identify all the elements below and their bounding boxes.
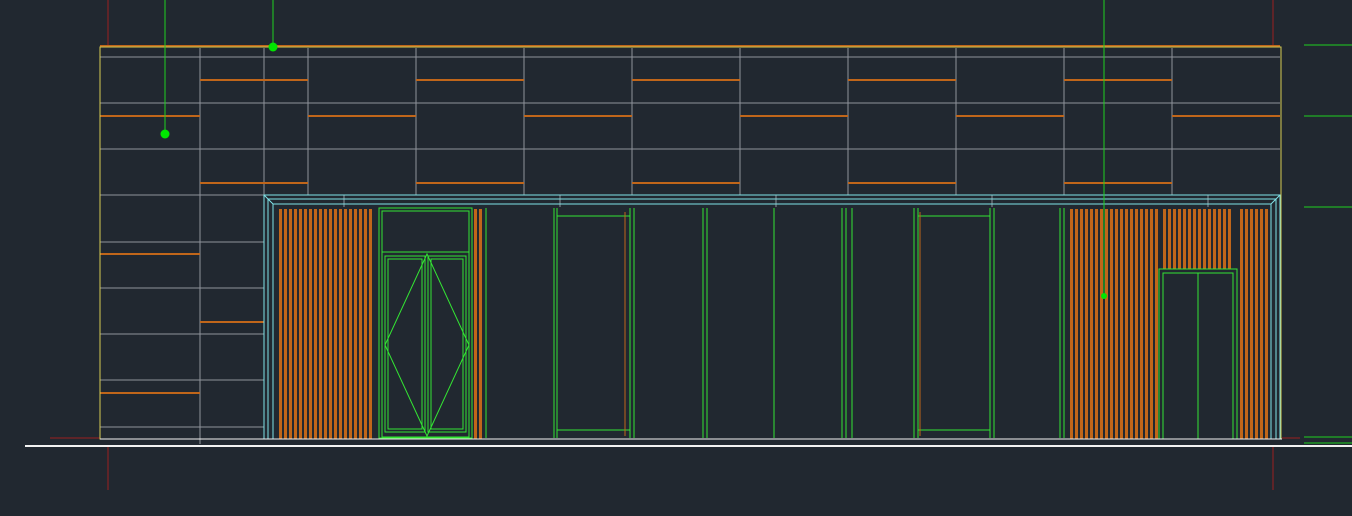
wood-strip: [349, 209, 352, 439]
wood-strip: [1208, 209, 1211, 269]
wood-strip: [1198, 209, 1201, 269]
edge-dimension-text: [1342, 456, 1352, 500]
wood-strip: [1125, 209, 1128, 439]
wood-strip: [1240, 209, 1243, 439]
grip-point-icon[interactable]: [160, 129, 170, 139]
wood-strip: [1105, 209, 1108, 439]
wood-strip: [284, 209, 287, 439]
entrance-double-door: [378, 207, 473, 439]
wood-strip: [1213, 209, 1216, 269]
wood-strip: [1250, 209, 1253, 439]
wood-strip: [1145, 209, 1148, 439]
wood-strip: [1085, 209, 1088, 439]
wood-strip: [1075, 209, 1078, 439]
wood-strip: [354, 209, 357, 439]
wood-strip: [1080, 209, 1083, 439]
cad-drawing-canvas[interactable]: [0, 0, 1352, 516]
wood-strip: [1245, 209, 1248, 439]
wood-strip: [1228, 209, 1231, 269]
wood-strip: [1203, 209, 1206, 269]
wood-strip: [1255, 209, 1258, 439]
wood-strip: [1218, 209, 1221, 269]
wood-strip: [1130, 209, 1133, 439]
wood-strip: [474, 209, 477, 439]
wood-strip: [299, 209, 302, 439]
wood-strip: [1163, 209, 1166, 269]
wood-strip: [1120, 209, 1123, 439]
wood-strip: [344, 209, 347, 439]
wood-strip: [1173, 209, 1176, 269]
grip-point-icon[interactable]: [268, 42, 278, 52]
wood-strip: [1183, 209, 1186, 269]
wood-strip: [1095, 209, 1098, 439]
wood-strip: [1135, 209, 1138, 439]
wood-strip: [314, 209, 317, 439]
wood-strip: [1110, 209, 1113, 439]
wood-strip: [1178, 209, 1181, 269]
wood-strip: [294, 209, 297, 439]
wood-strip: [334, 209, 337, 439]
wood-cladding-right: [1070, 209, 1268, 439]
wood-strip: [1070, 209, 1073, 439]
glazing-mullions: [485, 208, 1065, 438]
wood-strip: [1223, 209, 1226, 269]
wood-strip: [339, 209, 342, 439]
wood-strip: [479, 209, 482, 439]
grip-point-icon[interactable]: [1101, 293, 1107, 299]
wood-strip: [324, 209, 327, 439]
wood-strip: [1100, 209, 1103, 439]
wood-strip: [364, 209, 367, 439]
wood-strip: [309, 209, 312, 439]
wood-strip: [329, 209, 332, 439]
wood-strip: [289, 209, 292, 439]
mullion-accents: [624, 212, 921, 436]
wood-strip: [359, 209, 362, 439]
door-swing-diamond: [384, 252, 470, 438]
wood-strip: [1260, 209, 1263, 439]
wood-strip: [1115, 209, 1118, 439]
wood-strip: [1150, 209, 1153, 439]
wood-strip: [369, 209, 372, 439]
wood-strip: [1265, 209, 1268, 439]
wood-strip: [1155, 209, 1158, 439]
wood-cladding-left: [279, 209, 482, 439]
wood-strip: [1188, 209, 1191, 269]
wood-strip: [304, 209, 307, 439]
wood-strip: [279, 209, 282, 439]
wood-strip: [1090, 209, 1093, 439]
service-door: [1158, 268, 1238, 440]
wood-strip: [1140, 209, 1143, 439]
wood-strip: [1193, 209, 1196, 269]
wood-strip: [319, 209, 322, 439]
wood-strip: [1168, 209, 1171, 269]
